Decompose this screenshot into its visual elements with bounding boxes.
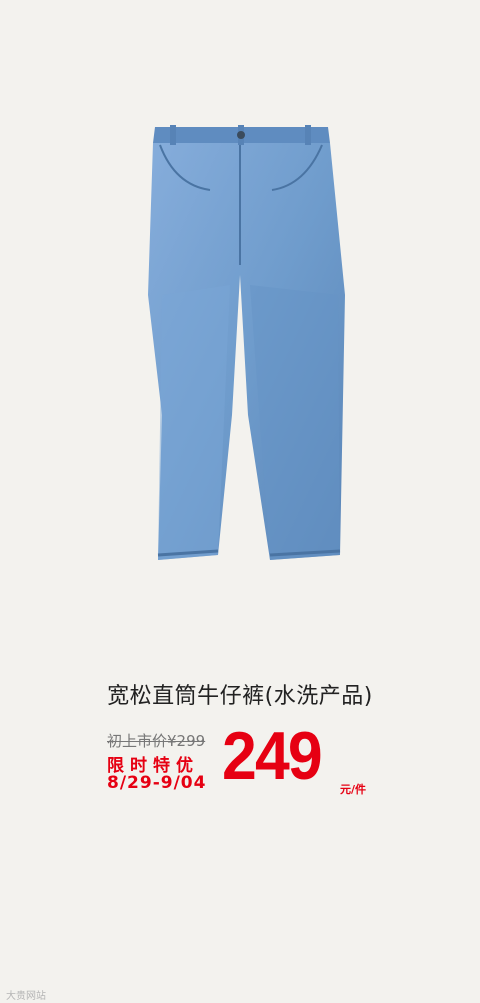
jeans-image xyxy=(148,125,345,560)
product-title: 宽松直筒牛仔裤(水洗产品) xyxy=(107,684,373,709)
price-unit: 元/件 xyxy=(340,783,367,796)
promo-dates: 8/29-9/04 xyxy=(107,773,207,793)
original-price: 初上市价¥299 xyxy=(107,732,206,750)
watermark: 大贵网站 xyxy=(6,991,46,1002)
sale-price: 249 xyxy=(222,718,323,794)
